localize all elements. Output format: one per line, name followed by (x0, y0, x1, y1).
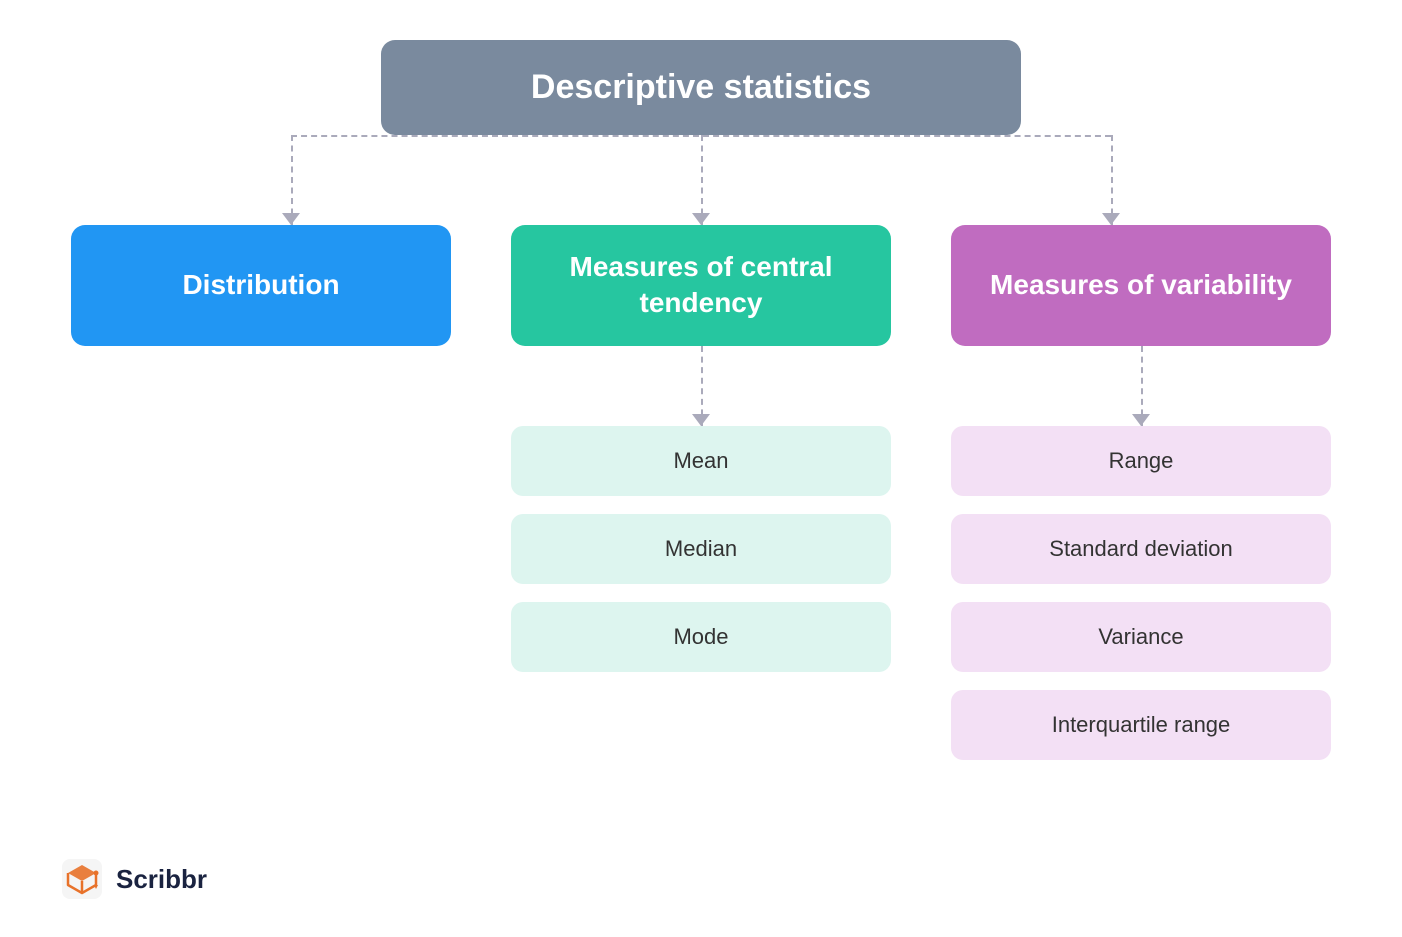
v-line-left (291, 135, 293, 225)
central-item-2-label: Mode (673, 624, 728, 649)
variability-item-3: Interquartile range (951, 690, 1331, 760)
central-item-2: Mode (511, 602, 891, 672)
variability-item-2: Variance (951, 602, 1331, 672)
central-item-0: Mean (511, 426, 891, 496)
arrow-r2 (1132, 414, 1150, 426)
central-item-1: Median (511, 514, 891, 584)
arrow-c2 (692, 414, 710, 426)
variability-item-2-label: Variance (1098, 624, 1183, 649)
diagram: Descriptive statistics Distribution Meas… (60, 40, 1342, 760)
variability-sub-col: Range Standard deviation Variance Interq… (951, 426, 1331, 760)
scribbr-logo-icon (60, 857, 104, 901)
root-label: Descriptive statistics (531, 68, 871, 106)
root-connectors (60, 135, 1342, 225)
central-sub-col: Mean Median Mode (511, 426, 891, 672)
v-line-right (1111, 135, 1113, 225)
scribbr-text: Scribbr (116, 864, 207, 895)
arrow-left (282, 213, 300, 225)
v-line-center (701, 135, 703, 225)
variability-item-1: Standard deviation (951, 514, 1331, 584)
central-item-1-label: Median (665, 536, 737, 561)
level1-row: Distribution Measures of central tendenc… (60, 225, 1342, 346)
variability-item-0: Range (951, 426, 1331, 496)
second-connectors (60, 346, 1342, 426)
variability-item-0-label: Range (1109, 448, 1174, 473)
arrow-center (692, 213, 710, 225)
root-node: Descriptive statistics (381, 40, 1021, 135)
logo-row: Scribbr (60, 857, 207, 901)
variability-item-1-label: Standard deviation (1049, 536, 1232, 561)
node-variability: Measures of variability (951, 225, 1331, 346)
node-distribution: Distribution (71, 225, 451, 346)
arrow-right (1102, 213, 1120, 225)
level2-row: Mean Median Mode Range Standard deviatio… (60, 426, 1342, 760)
distribution-label: Distribution (182, 269, 339, 301)
node-central: Measures of central tendency (511, 225, 891, 346)
variability-label: Measures of variability (990, 269, 1292, 301)
central-item-0-label: Mean (673, 448, 728, 473)
variability-item-3-label: Interquartile range (1052, 712, 1231, 737)
central-label: Measures of central tendency (531, 249, 871, 322)
